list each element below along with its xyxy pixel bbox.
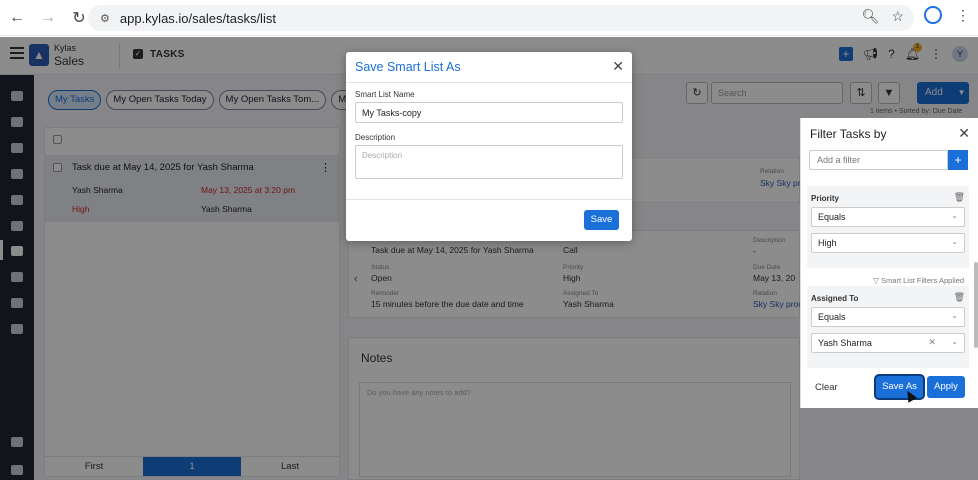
address-bar[interactable]: ⚙ app.kylas.io/sales/tasks/list 🔍︎ ☆ <box>88 5 914 31</box>
clear-button[interactable]: Clear <box>815 382 838 393</box>
chevron-down-icon: ⌄ <box>951 211 958 220</box>
filter-panel: Filter Tasks by ✕ Add a filter + Priorit… <box>800 118 978 408</box>
add-filter-input[interactable]: Add a filter <box>809 150 948 170</box>
assigned-operator-value: Equals <box>818 312 846 322</box>
chrome-menu-icon[interactable]: ⋮ <box>956 7 970 24</box>
chevron-down-icon: ⌄ <box>951 311 958 320</box>
add-filter-button[interactable]: + <box>948 150 968 170</box>
bookmark-star-icon[interactable]: ☆ <box>891 8 904 25</box>
trash-icon[interactable]: 🗑︎ <box>954 192 965 203</box>
filter-scrollbar[interactable] <box>974 262 978 348</box>
priority-filter-label: Priority <box>811 194 840 203</box>
url-text: app.kylas.io/sales/tasks/list <box>119 10 276 26</box>
clear-icon[interactable]: ✕ <box>928 337 936 348</box>
filter-panel-title: Filter Tasks by <box>810 127 887 141</box>
assigned-filter-value: Yash Sharma <box>818 338 872 348</box>
profile-icon[interactable] <box>924 6 942 24</box>
filters-applied-note: ▽ Smart List Filters Applied <box>873 276 964 285</box>
assigned-filter: Assigned To 🗑︎ Equals ⌄ Yash Sharma ✕ ⌄ <box>807 286 969 368</box>
filters-applied-text: Smart List Filters Applied <box>881 276 964 285</box>
priority-value-select[interactable]: High ⌄ <box>811 233 965 253</box>
smart-list-name-label: Smart List Name <box>355 90 415 99</box>
modal-title: Save Smart List As <box>355 60 461 74</box>
save-smart-list-modal: Save Smart List As ✕ Smart List Name My … <box>346 52 632 241</box>
trash-icon[interactable]: 🗑︎ <box>954 292 965 303</box>
chevron-down-icon: ⌄ <box>951 237 958 246</box>
site-settings-icon[interactable]: ⚙ <box>100 12 110 25</box>
apply-button[interactable]: Apply <box>927 376 965 398</box>
priority-filter-value: High <box>818 238 837 248</box>
modal-divider <box>346 82 632 83</box>
chevron-down-icon: ⌄ <box>951 337 958 346</box>
assigned-operator-select[interactable]: Equals ⌄ <box>811 307 965 327</box>
modal-divider <box>346 199 632 200</box>
priority-operator-select[interactable]: Equals ⌄ <box>811 207 965 227</box>
smart-list-name-input[interactable]: My Tasks-copy <box>355 102 623 123</box>
forward-icon[interactable]: → <box>34 4 62 32</box>
description-label: Description <box>355 133 396 142</box>
filter-icon: ▽ <box>873 276 882 285</box>
browser-toolbar: ← → ↻ ⚙ app.kylas.io/sales/tasks/list 🔍︎… <box>0 0 978 36</box>
back-icon[interactable]: ← <box>3 4 31 32</box>
priority-filter: Priority 🗑︎ Equals ⌄ High ⌄ <box>807 186 969 268</box>
description-textarea[interactable]: Description <box>355 145 623 179</box>
assigned-filter-label: Assigned To <box>811 294 859 303</box>
save-button[interactable]: Save <box>584 210 619 230</box>
zoom-icon[interactable]: 🔍︎ <box>862 8 880 25</box>
close-icon[interactable]: ✕ <box>958 125 970 142</box>
priority-operator-value: Equals <box>818 212 846 222</box>
assigned-value-select[interactable]: Yash Sharma ✕ ⌄ <box>811 333 965 353</box>
close-icon[interactable]: ✕ <box>612 58 624 75</box>
save-as-button[interactable]: Save As <box>876 376 923 398</box>
